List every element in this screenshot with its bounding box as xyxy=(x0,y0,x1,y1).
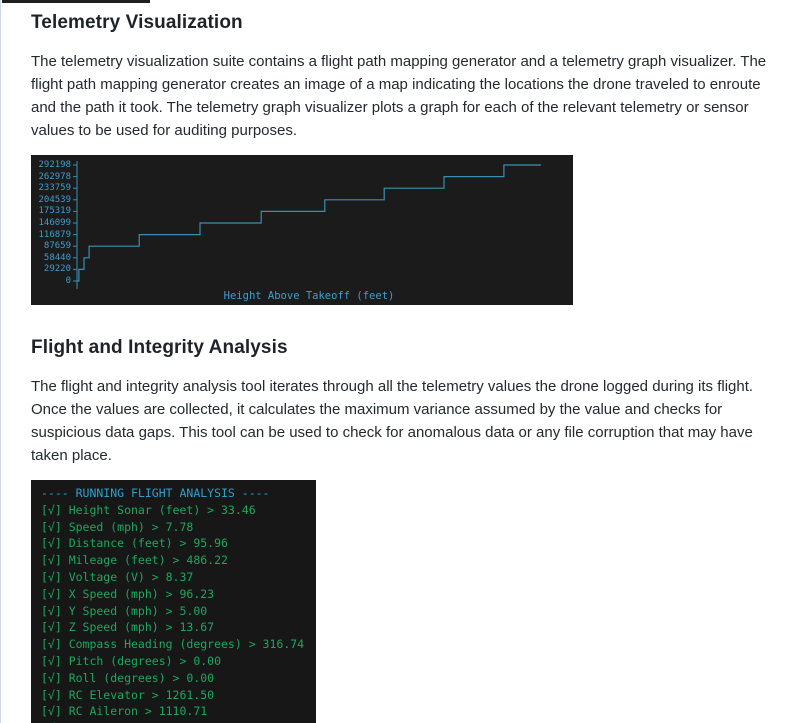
documentation-page: Telemetry Visualization The telemetry vi… xyxy=(0,0,800,723)
analysis-check-line: [√] RC Elevator > 1261.50 xyxy=(41,687,316,704)
y-axis-tick-labels: 0 2922058440 87659116879 146099 175319204539… xyxy=(31,155,73,305)
telemetry-graph-image[interactable]: 0 2922058440 87659116879 146099 175319204539… xyxy=(31,155,573,305)
analysis-check-line: [√] Mileage (feet) > 486.22 xyxy=(41,552,316,569)
y-tick-label: 0 xyxy=(31,276,71,286)
terminal-output: [√] Height Sonar (feet) > 33.46[√] Speed… xyxy=(41,502,316,723)
analysis-check-line: [√] Distance (feet) > 95.96 xyxy=(41,535,316,552)
y-tick-label: 204539 xyxy=(31,195,71,205)
readme-content: Telemetry Visualization The telemetry vi… xyxy=(1,0,800,723)
section-heading-telemetry-visualization: Telemetry Visualization xyxy=(31,12,771,34)
analysis-check-line: [√] RC Aileron > 1110.71 xyxy=(41,703,316,720)
analysis-check-line: [√] Roll (degrees) > 0.00 xyxy=(41,670,316,687)
x-axis-label: Height Above Takeoff (feet) xyxy=(77,290,541,302)
telemetry-graph-svg xyxy=(31,155,573,305)
y-tick-label: 262978 xyxy=(31,172,71,182)
flight-analysis-terminal-image[interactable]: ---- RUNNING FLIGHT ANALYSIS ---- [√] He… xyxy=(31,480,316,723)
flight-analysis-paragraph: The flight and integrity analysis tool i… xyxy=(31,375,771,467)
y-tick-label: 58440 xyxy=(31,253,71,263)
section-heading-flight-integrity-analysis: Flight and Integrity Analysis xyxy=(31,337,771,359)
analysis-check-line: [√] Height Sonar (feet) > 33.46 xyxy=(41,502,316,519)
telemetry-visualization-paragraph: The telemetry visualization suite contai… xyxy=(31,50,771,142)
analysis-check-line: [√] X Speed (mph) > 96.23 xyxy=(41,586,316,603)
y-tick-label: 233759 xyxy=(31,183,71,193)
y-tick-label: 29220 xyxy=(31,264,71,274)
analysis-check-line: [√] Compass Heading (degrees) > 316.74 xyxy=(41,636,316,653)
y-tick-label: 116879 xyxy=(31,230,71,240)
analysis-check-line: [√] Voltage (V) > 8.37 xyxy=(41,569,316,586)
analysis-check-line: [√] Y Speed (mph) > 5.00 xyxy=(41,603,316,620)
y-tick-label: 175319 xyxy=(31,206,71,216)
y-tick-label: 146099 xyxy=(31,218,71,228)
terminal-header-line: ---- RUNNING FLIGHT ANALYSIS ---- xyxy=(41,485,316,502)
y-tick-label: 292198 xyxy=(31,160,71,170)
analysis-check-line: [√] Pitch (degrees) > 0.00 xyxy=(41,653,316,670)
y-tick-label: 87659 xyxy=(31,241,71,251)
analysis-check-line: [√] Speed (mph) > 7.78 xyxy=(41,519,316,536)
height-step-line xyxy=(77,165,541,281)
analysis-check-line: [√] Z Speed (mph) > 13.67 xyxy=(41,619,316,636)
